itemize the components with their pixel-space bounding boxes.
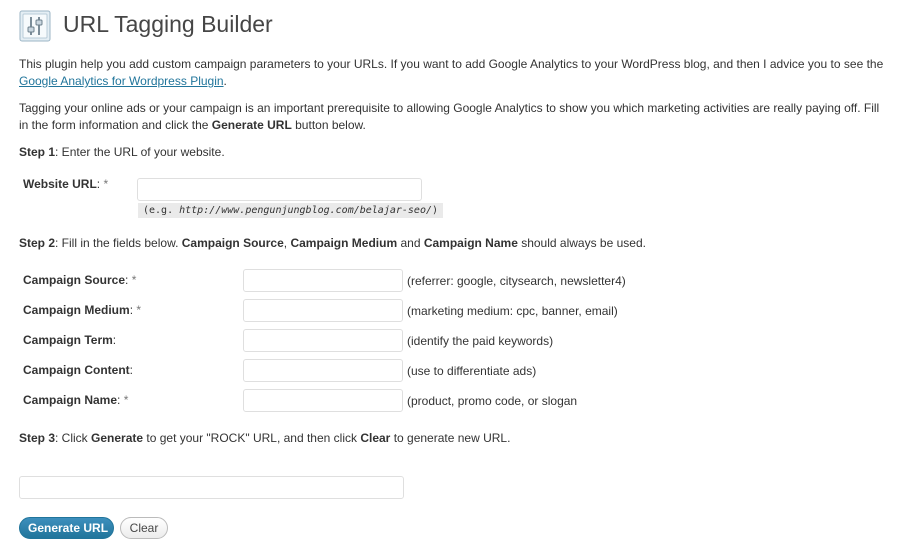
colon: : xyxy=(112,333,117,347)
campaign-source-hint: (referrer: google, citysearch, newslette… xyxy=(407,274,626,288)
step2-bold-source: Campaign Source xyxy=(181,236,284,250)
colon: : xyxy=(125,273,129,287)
generate-url-button[interactable]: Generate URL xyxy=(19,517,114,539)
step1-heading: Step 1: Enter the URL of your website. xyxy=(19,144,225,161)
instructions-bold: Generate URL xyxy=(211,118,292,132)
field-label-text: Campaign Content xyxy=(23,363,130,377)
campaign-medium-hint: (marketing medium: cpc, banner, email) xyxy=(407,304,618,318)
step1-text: : Enter the URL of your website. xyxy=(55,145,225,159)
step2-heading: Step 2: Fill in the fields below. Campai… xyxy=(19,235,646,252)
campaign-term-label: Campaign Term: xyxy=(23,333,116,347)
field-label-text: Campaign Name xyxy=(23,393,118,407)
campaign-name-label: Campaign Name: * xyxy=(23,393,128,407)
campaign-source-label: Campaign Source: * xyxy=(23,273,136,287)
field-label-text: Campaign Source xyxy=(23,273,126,287)
campaign-source-input[interactable] xyxy=(243,269,403,292)
settings-sliders-icon xyxy=(19,10,51,42)
ga-plugin-link[interactable]: Google Analytics for Wordpress Plugin xyxy=(19,74,224,88)
intro-paragraph: This plugin help you add custom campaign… xyxy=(19,56,889,90)
website-url-label-text: Website URL xyxy=(23,177,97,191)
campaign-content-hint: (use to differentiate ads) xyxy=(407,364,537,378)
campaign-term-input[interactable] xyxy=(243,329,403,352)
generated-url-output[interactable] xyxy=(19,476,404,499)
colon: : xyxy=(96,177,101,191)
step3-text-end: to generate new URL. xyxy=(390,431,511,445)
step3-heading: Step 3: Click Generate to get your "ROCK… xyxy=(19,430,510,447)
required-mark: * xyxy=(103,177,109,191)
example-suffix: ) xyxy=(432,205,439,216)
colon: : xyxy=(129,303,134,317)
instructions-end: button below. xyxy=(291,118,366,132)
website-url-input[interactable] xyxy=(137,178,422,201)
website-url-example: (e.g. http://www.pengunjungblog.com/bela… xyxy=(138,203,444,218)
step2-text-end: should always be used. xyxy=(517,236,646,250)
page-title: URL Tagging Builder xyxy=(63,11,273,37)
campaign-content-label: Campaign Content: xyxy=(23,363,133,377)
field-label-text: Campaign Medium xyxy=(23,303,130,317)
colon: : xyxy=(117,393,121,407)
colon: : xyxy=(129,363,134,377)
intro-text: This plugin help you add custom campaign… xyxy=(19,57,884,71)
instructions-text: Tagging your online ads or your campaign… xyxy=(19,101,880,132)
step2-bold-name: Campaign Name xyxy=(423,236,518,250)
step3-text: to get your "ROCK" URL, and then click xyxy=(143,431,361,445)
campaign-medium-input[interactable] xyxy=(243,299,403,322)
example-prefix: (e.g. xyxy=(143,205,180,216)
campaign-name-input[interactable] xyxy=(243,389,403,412)
step2-label: Step 2 xyxy=(19,236,56,250)
campaign-name-hint: (product, promo code, or slogan xyxy=(407,394,578,408)
instructions-paragraph: Tagging your online ads or your campaign… xyxy=(19,100,889,134)
step2-sep: and xyxy=(397,236,424,250)
step3-text: : Click xyxy=(55,431,92,445)
step2-text: : Fill in the fields below. xyxy=(55,236,182,250)
website-url-label: Website URL: * xyxy=(23,177,108,191)
step2-bold-medium: Campaign Medium xyxy=(290,236,398,250)
step3-bold-generate: Generate xyxy=(91,431,144,445)
field-label-text: Campaign Term xyxy=(23,333,113,347)
step1-label: Step 1 xyxy=(19,145,56,159)
campaign-content-input[interactable] xyxy=(243,359,403,382)
intro-period: . xyxy=(223,74,227,88)
required-mark: * xyxy=(123,393,129,407)
example-url: http://www.pengunjungblog.com/belajar-se… xyxy=(179,205,432,216)
step3-label: Step 3 xyxy=(19,431,56,445)
campaign-medium-label: Campaign Medium: * xyxy=(23,303,141,317)
required-mark: * xyxy=(131,273,137,287)
campaign-term-hint: (identify the paid keywords) xyxy=(407,334,554,348)
required-mark: * xyxy=(136,303,142,317)
step3-bold-clear: Clear xyxy=(360,431,391,445)
clear-button[interactable]: Clear xyxy=(120,517,168,539)
